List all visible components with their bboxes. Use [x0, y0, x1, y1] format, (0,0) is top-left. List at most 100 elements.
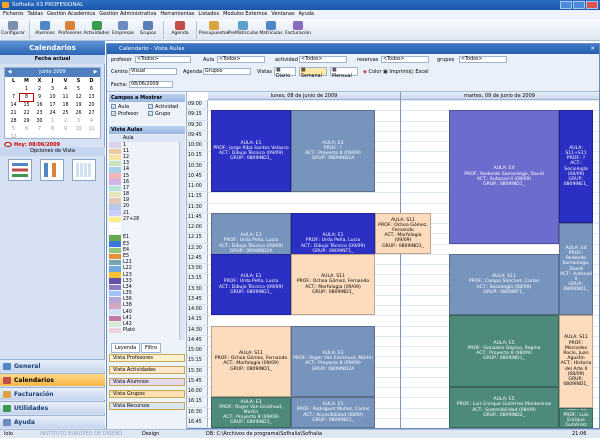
- menu-item[interactable]: Ayuda: [299, 10, 314, 19]
- menu-item[interactable]: Herramientas: [160, 10, 194, 19]
- schedule-event[interactable]: AULA: E1 PROF.: Jorge Riba Santos Velasco…: [211, 110, 291, 193]
- toolbar-button[interactable]: Presupuestos: [199, 19, 229, 41]
- calendar-day[interactable]: 25: [59, 110, 72, 117]
- schedule-event[interactable]: AULA: E5 PROF.: Gonzalez Dopico, Regina AC…: [449, 315, 559, 387]
- prev-month-icon[interactable]: ◀: [6, 69, 13, 76]
- calendar-day[interactable]: 4: [59, 86, 72, 93]
- calendar-day[interactable]: 12: [72, 94, 85, 101]
- menu-item[interactable]: Ventanas: [271, 10, 294, 19]
- toolbar-button[interactable]: Profesores: [57, 19, 83, 41]
- schedule-event[interactable]: AULA: E4 PROF.: Redondo Samaniego, David A…: [449, 110, 559, 244]
- aula-filter[interactable]: <Todos>: [217, 56, 265, 63]
- toolbar-button[interactable]: Grupos: [136, 19, 160, 41]
- date-picker[interactable]: 08/06/2009: [129, 81, 173, 88]
- calendar-day[interactable]: 22: [20, 110, 33, 117]
- schedule-event[interactable]: AULA: E4 PROF.: Redondo Samaniego, David A…: [559, 223, 593, 316]
- calendar-day[interactable]: 2: [59, 118, 72, 125]
- calendar-day[interactable]: 30: [33, 118, 46, 125]
- menu-item[interactable]: Tablas: [28, 10, 44, 19]
- calendar-day[interactable]: 10: [72, 126, 85, 133]
- menu-item[interactable]: Ficheros: [3, 10, 24, 19]
- field-checkbox[interactable]: ✓ Grupo: [148, 111, 185, 118]
- menu-item[interactable]: Gestión Administrativa: [99, 10, 156, 19]
- schedule-event[interactable]: AULA: S11 PROF.: Ochoa Gómez, Fernando ACT…: [375, 212, 431, 254]
- calendar-day[interactable]: 27: [85, 110, 98, 117]
- calendar-day[interactable]: 9: [33, 94, 46, 101]
- toolbar-button[interactable]: Matriculas: [258, 19, 284, 41]
- accordion-vista-profesores[interactable]: Vista Profesores: [109, 354, 185, 362]
- calendar-day[interactable]: 1: [46, 118, 59, 125]
- schedule-event[interactable]: AULA: S11 PROF.: Campo Sánchez, Carlos ACT…: [449, 253, 559, 316]
- calendar-day[interactable]: 12: [7, 134, 20, 141]
- accordion-vista-alumnos[interactable]: Vista Alumnos: [109, 378, 185, 386]
- accordion-vista-recursos[interactable]: Vista Recursos: [109, 402, 185, 410]
- calendar-day[interactable]: 5: [72, 86, 85, 93]
- schedule-event[interactable]: AULA: E3 PROF.: Roger Van Eeckhout, Marti…: [211, 397, 291, 428]
- color-button[interactable]: ◆ Color: [363, 68, 382, 76]
- calendar-day[interactable]: 21: [7, 110, 20, 117]
- nav-utilidades-button[interactable]: Utilidades: [0, 401, 105, 414]
- daily-view-button[interactable]: ▦ Diario: [274, 67, 296, 79]
- calendar-day[interactable]: 26: [72, 110, 85, 117]
- calendar-day[interactable]: 23: [33, 110, 46, 117]
- calendar-day[interactable]: 5: [7, 126, 20, 133]
- profesor-filter[interactable]: <Todos>: [135, 56, 191, 63]
- toolbar-button[interactable]: Facturación: [284, 19, 312, 41]
- next-month-icon[interactable]: ▶: [92, 69, 99, 76]
- toolbar-button[interactable]: Actividades: [83, 19, 110, 41]
- schedule-event[interactable]: AULA: S11 PROF.: Ochoa Gómez, Fernando ACT…: [291, 253, 375, 316]
- schedule-event[interactable]: AULA: E3 PROF.: ? ACT.: Proyecto 8 (09/09)…: [291, 110, 375, 193]
- toolbar-button[interactable]: Agenda: [167, 19, 193, 41]
- rooms-scrollbar[interactable]: [179, 142, 185, 340]
- calendar-day[interactable]: 29: [20, 118, 33, 125]
- toolbar-button[interactable]: Alumnos: [33, 19, 57, 41]
- calendar-day[interactable]: 1: [20, 86, 33, 93]
- monthly-view-button[interactable]: ▦ Mensual: [330, 67, 358, 79]
- grupos-filter[interactable]: <Todos>: [459, 56, 507, 63]
- month-view-icon[interactable]: [72, 159, 96, 181]
- calendar-day[interactable]: 24: [46, 110, 59, 117]
- filter-tab[interactable]: Filtro: [141, 343, 162, 353]
- room-row[interactable]: Plató: [109, 327, 179, 334]
- calendar-day[interactable]: 7: [33, 126, 46, 133]
- schedule-event[interactable]: AULA: E5 PROF.: Luis Enrique Gutiérrez Mo…: [449, 387, 559, 428]
- minimize-icon[interactable]: [560, 1, 572, 9]
- field-checkbox[interactable]: ✓ Profesor: [111, 111, 148, 118]
- excel-button[interactable]: ▤ Excel: [409, 68, 429, 76]
- calendar-day[interactable]: 14: [7, 102, 20, 109]
- accordion-vista-actividades[interactable]: Vista Actividades: [109, 366, 185, 374]
- reservas-filter[interactable]: <Todos>: [381, 56, 429, 63]
- calendar-day[interactable]: 3: [72, 118, 85, 125]
- calendar-day[interactable]: 19: [72, 102, 85, 109]
- schedule-event[interactable]: AULA: S11+S11 PROF.: ? ACT.: Sociología (0…: [559, 110, 593, 223]
- schedule-event[interactable]: AULA: E1 PROF.: Urda Peña, Lucía ACT.: Dib…: [211, 253, 291, 316]
- field-checkbox[interactable]: ✓ Actividad: [148, 104, 185, 111]
- calendar-day[interactable]: 11: [59, 94, 72, 101]
- calendar-day[interactable]: 8: [19, 93, 34, 102]
- calendar-day[interactable]: 6: [85, 86, 98, 93]
- calendar-day[interactable]: 17: [46, 102, 59, 109]
- calendar-day[interactable]: 13: [85, 94, 98, 101]
- menu-item[interactable]: Gestión Académica: [47, 10, 95, 19]
- toolbar-button[interactable]: Configurar: [0, 19, 26, 41]
- agenda-select[interactable]: Grupos: [203, 68, 251, 75]
- nav-general-button[interactable]: General: [0, 359, 105, 372]
- schedule-event[interactable]: AULA: S11 PROF.: Ochoa Gómez, Fernando ACT…: [211, 325, 291, 398]
- toolbar-button[interactable]: Empresas: [110, 19, 136, 41]
- calendar-day[interactable]: 16: [33, 102, 46, 109]
- toolbar-button[interactable]: PreMatriculas: [228, 19, 258, 41]
- menu-item[interactable]: Listados: [198, 10, 219, 19]
- accordion-vista-grupos[interactable]: Vista Grupos: [109, 390, 185, 398]
- day-view-icon[interactable]: [8, 159, 32, 181]
- calendar-day[interactable]: 4: [85, 118, 98, 125]
- maximize-icon[interactable]: [573, 1, 585, 9]
- close-icon[interactable]: [586, 1, 598, 9]
- calendar-day[interactable]: 11: [85, 126, 98, 133]
- calendar-day[interactable]: 7: [7, 94, 20, 101]
- calendar-day[interactable]: 8: [46, 126, 59, 133]
- menu-item[interactable]: Modulos Externos: [223, 10, 267, 19]
- centro-select[interactable]: Visual: [129, 68, 177, 75]
- schedule-event[interactable]: AULA: E3 PROF.: Roger Van Eeckhout, Marti…: [291, 325, 375, 398]
- weekly-view-button[interactable]: ▦ Semanal: [299, 67, 327, 79]
- week-view-icon[interactable]: [40, 159, 64, 181]
